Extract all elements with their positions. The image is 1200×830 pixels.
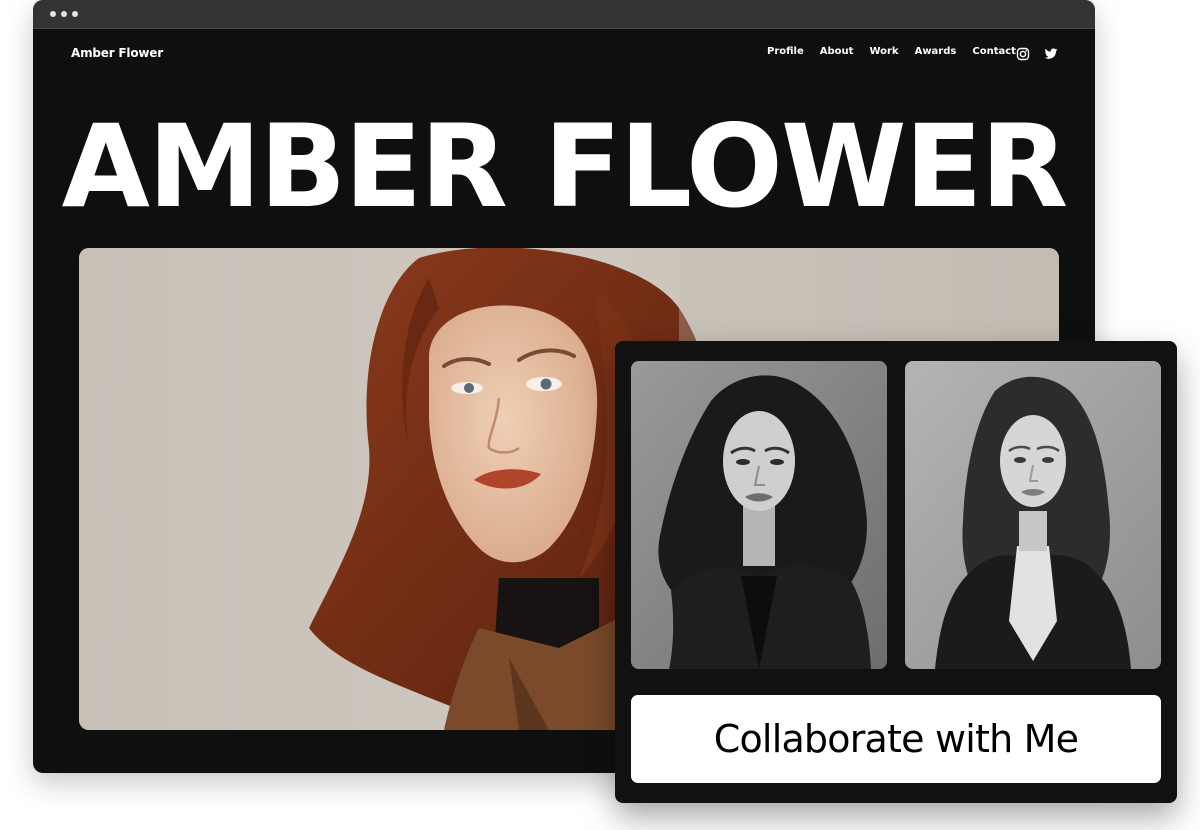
collaborate-card: Collaborate with Me <box>615 341 1177 803</box>
twitter-icon[interactable] <box>1044 46 1058 60</box>
social-links <box>1016 46 1072 61</box>
instagram-icon[interactable] <box>1016 46 1030 61</box>
bw-portrait-photo <box>905 361 1161 669</box>
nav-item-awards[interactable]: Awards <box>915 46 957 57</box>
browser-titlebar <box>33 0 1095 29</box>
nav-item-work[interactable]: Work <box>869 46 898 57</box>
site-brand[interactable]: Amber Flower <box>71 46 163 60</box>
nav-item-about[interactable]: About <box>820 46 854 57</box>
bw-portrait-photo <box>631 361 887 669</box>
hero-title: AMBER FLOWER <box>61 100 1069 233</box>
main-nav: Profile About Work Awards Contact <box>767 46 1032 57</box>
nav-item-contact[interactable]: Contact <box>972 46 1016 57</box>
window-dot-icon <box>72 11 78 17</box>
nav-item-profile[interactable]: Profile <box>767 46 804 57</box>
window-dot-icon <box>61 11 67 17</box>
collaborate-button[interactable]: Collaborate with Me <box>631 695 1161 783</box>
window-dot-icon <box>50 11 56 17</box>
